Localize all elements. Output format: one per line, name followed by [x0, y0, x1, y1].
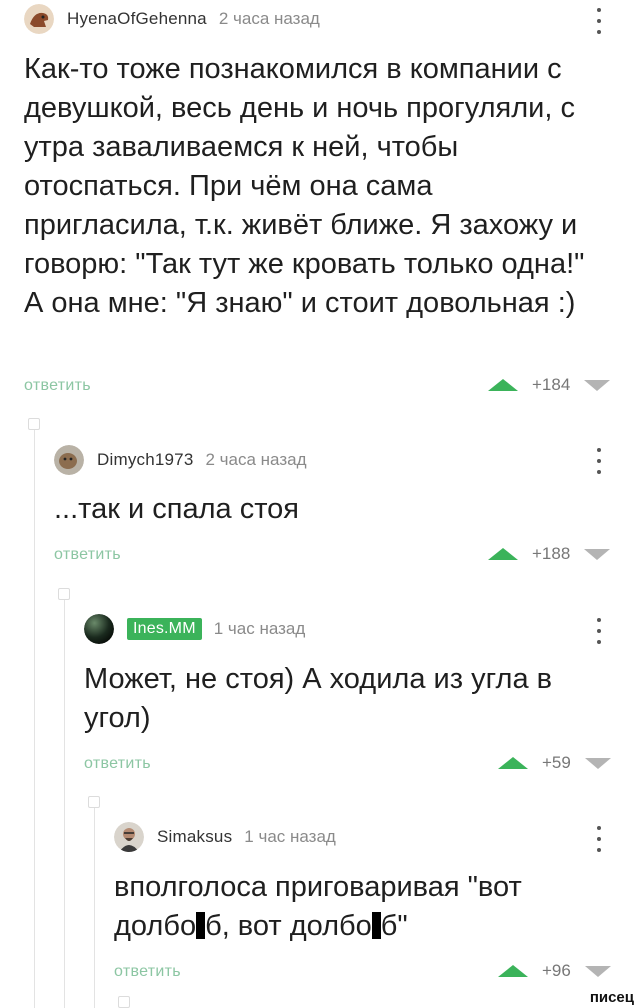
comment-text-part: б"	[380, 910, 408, 942]
comment-author[interactable]: Simaksus	[157, 827, 232, 847]
censor-block	[371, 912, 381, 939]
comment: Simaksus 1 час назад вполголоса приговар…	[0, 0, 640, 990]
site-watermark: писец	[589, 989, 634, 1006]
reply-link[interactable]: ответить	[114, 963, 181, 981]
vote-score: +96	[542, 961, 571, 980]
downvote-icon[interactable]	[584, 965, 611, 977]
more-options-icon[interactable]	[596, 826, 602, 852]
comment-time: 1 час назад	[244, 827, 336, 846]
comment-text: вполголоса приговаривая "вот долбо б, вот…	[114, 868, 594, 946]
user-avatar[interactable]	[114, 822, 144, 852]
censor-block	[196, 912, 206, 939]
comment-text-part: б, вот долбо	[205, 910, 372, 942]
collapse-toggle[interactable]	[118, 996, 130, 1008]
upvote-icon[interactable]	[498, 965, 528, 977]
